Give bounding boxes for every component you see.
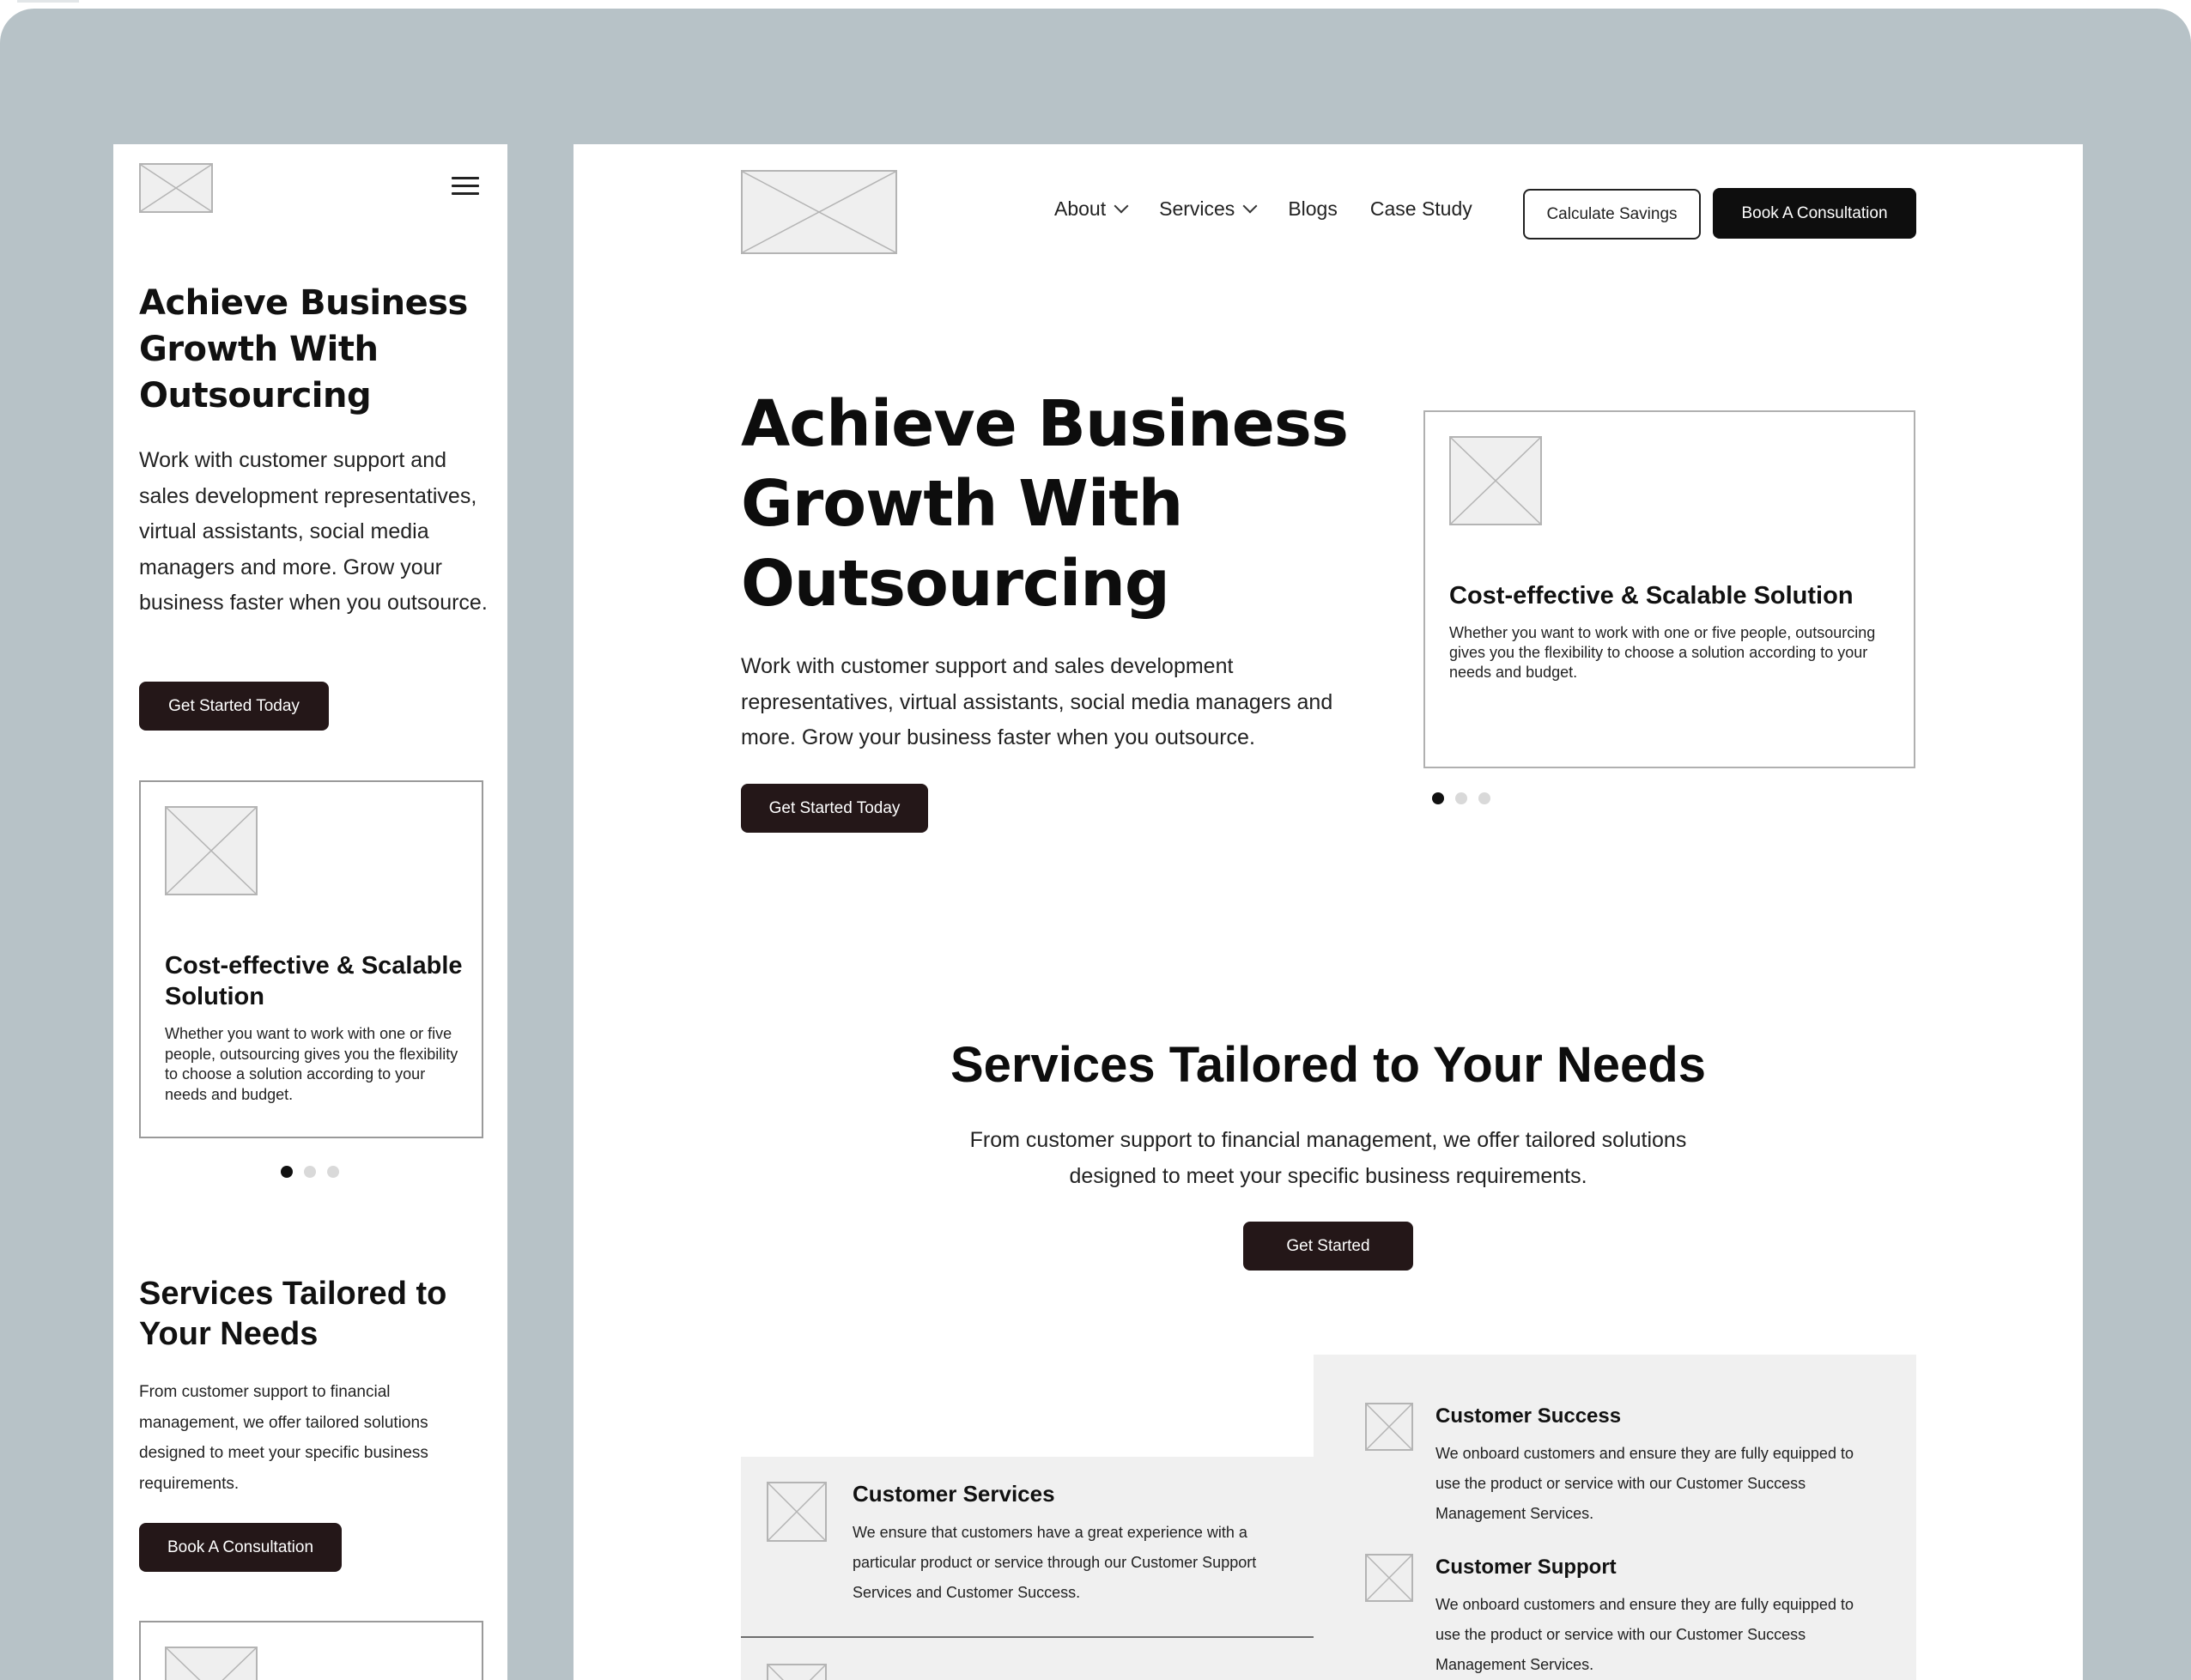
logo-placeholder-image[interactable] [139,163,213,213]
mobile-wireframe: Achieve Business Growth With Outsourcing… [113,144,507,1680]
nav-item-blogs[interactable]: Blogs [1288,197,1338,221]
nav-label: Services [1159,197,1235,220]
service-card [139,1621,483,1680]
nav-item-services[interactable]: Services [1159,197,1258,221]
nav-label: About [1054,197,1107,220]
service-placeholder-image [165,1647,258,1680]
card-placeholder-image [165,806,258,895]
service-placeholder-image [1365,1554,1413,1602]
services-title: Services Tailored to Your Needs [950,1037,1706,1093]
nav-label: Case Study [1369,197,1472,220]
feature-card: Cost-effective & Scalable Solution Wheth… [1423,410,1915,768]
card-text: Whether you want to work with one or fiv… [165,1025,458,1103]
desktop-wireframe: About Services Blogs Case Study Calculat… [574,144,2083,1680]
hero-description: Work with customer support and sales dev… [741,654,1333,749]
carousel-dot-active[interactable] [281,1166,293,1178]
services-title: Services Tailored to Your Needs [139,1276,447,1352]
book-consultation-button[interactable]: Book A Consultation [1713,188,1916,239]
carousel-dot[interactable] [327,1166,339,1178]
logo-placeholder-image[interactable] [741,170,897,254]
service-placeholder-image [767,1482,827,1542]
book-consultation-button[interactable]: Book A Consultation [139,1523,342,1572]
service-placeholder-image [1365,1403,1413,1451]
nav-label: Blogs [1288,197,1338,220]
services-description: From customer support to financial manag… [139,1383,428,1493]
get-started-today-button[interactable]: Get Started Today [741,784,928,833]
calculate-savings-button[interactable]: Calculate Savings [1523,189,1701,240]
nav-item-about[interactable]: About [1054,197,1129,221]
services-divider [741,1636,1314,1638]
service-name: Customer Success [1435,1404,1622,1428]
services-description: From customer support to financial manag… [969,1128,1687,1188]
service-text: We ensure that customers have a great ex… [853,1524,1257,1601]
carousel-dots [1432,792,1490,804]
service-text: We onboard customers and ensure they are… [1435,1445,1854,1522]
hamburger-menu-icon[interactable] [452,177,479,197]
carousel-dots [281,1166,339,1178]
hero-description: Work with customer support and sales dev… [139,448,488,615]
card-title: Cost-effective & Scalable Solution [165,952,463,1010]
service-text: We onboard customers and ensure they are… [1435,1596,1854,1673]
card-placeholder-image [1449,436,1542,525]
chevron-down-icon [1242,198,1258,213]
service-name: Customer Services [853,1481,1055,1507]
card-text: Whether you want to work with one or fiv… [1449,624,1876,681]
feature-card: Cost-effective & Scalable Solution Wheth… [139,780,483,1138]
get-started-today-button[interactable]: Get Started Today [139,682,329,731]
carousel-dot[interactable] [304,1166,316,1178]
card-title: Cost-effective & Scalable Solution [1449,582,1854,610]
chevron-down-icon [1114,198,1129,213]
carousel-dot[interactable] [1455,792,1467,804]
top-divider [17,0,79,3]
nav-item-case-study[interactable]: Case Study [1370,197,1472,221]
main-nav: About Services Blogs Case Study [1054,197,1472,221]
hero-title: Achieve Business Growth With Outsourcing [139,283,468,415]
get-started-button[interactable]: Get Started [1243,1222,1413,1271]
service-placeholder-image [767,1664,827,1680]
service-name: Customer Support [1435,1556,1617,1579]
carousel-dot-active[interactable] [1432,792,1444,804]
carousel-dot[interactable] [1478,792,1490,804]
hero-title: Achieve Business Growth With Outsourcing [741,387,1349,621]
